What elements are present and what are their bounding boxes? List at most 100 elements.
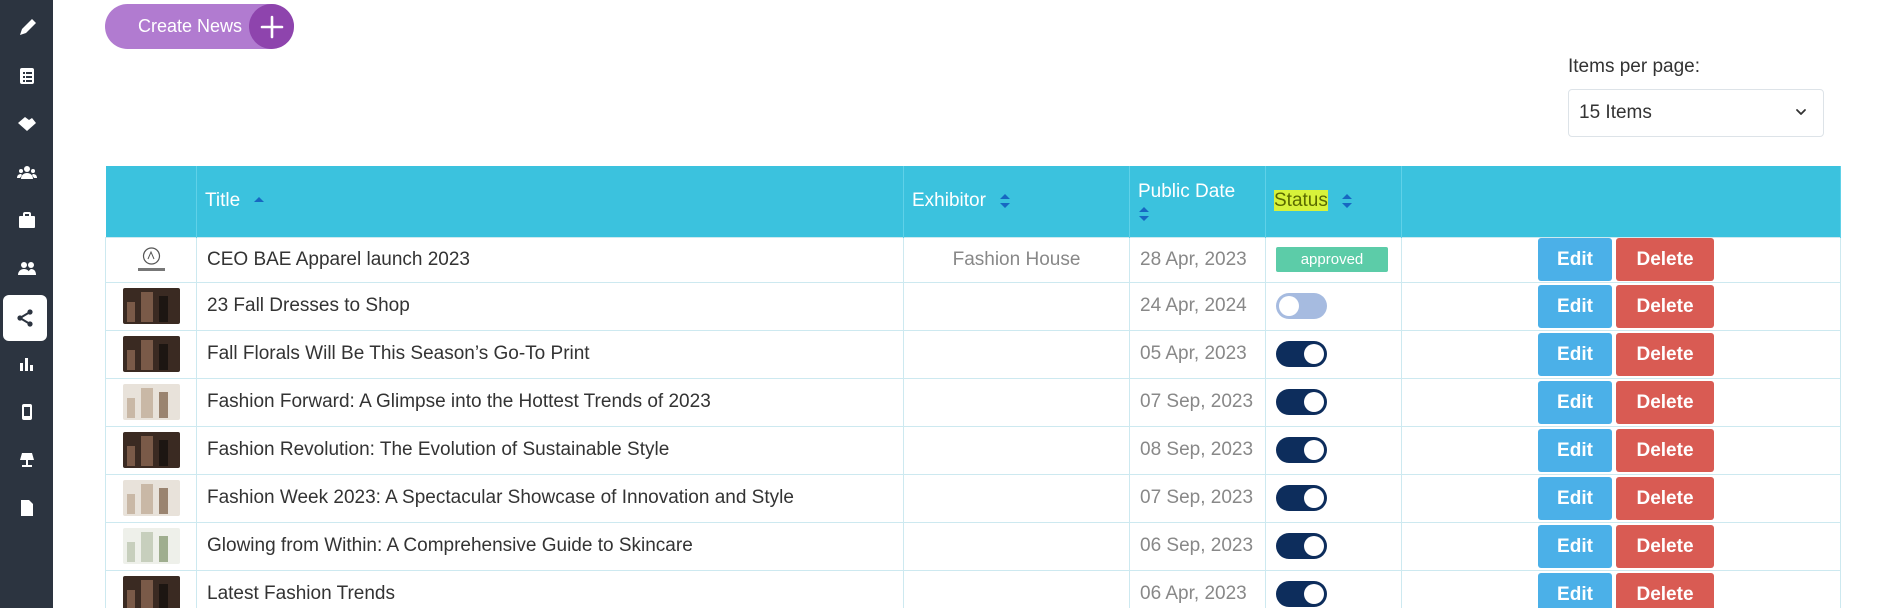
public-date-column-header[interactable]: Public Date xyxy=(1129,166,1266,237)
public-date-cell: 28 Apr, 2023 xyxy=(1129,236,1266,283)
edit-button[interactable]: Edit xyxy=(1538,476,1612,520)
briefcase-icon xyxy=(18,212,35,228)
delete-button[interactable]: Delete xyxy=(1616,524,1714,568)
handshake-icon xyxy=(17,117,36,131)
title-cell: Glowing from Within: A Comprehensive Gui… xyxy=(196,521,904,571)
edit-button[interactable]: Edit xyxy=(1538,380,1612,424)
actions-cell: Edit Delete xyxy=(1401,425,1841,475)
title-header-label: Title xyxy=(205,190,241,212)
table-header-row: Title Exhibitor Public Date Status xyxy=(105,166,1841,237)
toggle-knob xyxy=(1279,296,1299,316)
status-header-label: Status xyxy=(1274,190,1328,212)
thumbnail-cell xyxy=(105,236,197,283)
thumbnail-logo xyxy=(122,241,180,278)
users-icon xyxy=(17,262,36,275)
status-toggle[interactable] xyxy=(1276,437,1327,463)
exhibitor-column-header[interactable]: Exhibitor xyxy=(903,166,1130,237)
edit-button[interactable]: Edit xyxy=(1538,524,1612,568)
group-icon xyxy=(16,166,37,179)
status-toggle[interactable] xyxy=(1276,485,1327,511)
sidebar-item-mobile[interactable] xyxy=(0,388,53,436)
table-row: Fashion Forward: A Glimpse into the Hott… xyxy=(105,377,1841,427)
status-cell xyxy=(1265,281,1402,331)
thumbnail-image xyxy=(122,576,180,608)
status-cell: approved xyxy=(1265,236,1402,283)
sort-icon[interactable] xyxy=(1341,192,1353,210)
edit-button[interactable]: Edit xyxy=(1538,284,1612,328)
toggle-knob xyxy=(1304,440,1324,460)
plus-icon xyxy=(249,4,294,49)
thumbnail-cell xyxy=(105,473,197,523)
edit-button[interactable]: Edit xyxy=(1538,428,1612,472)
actions-cell: Edit Delete xyxy=(1401,236,1841,283)
sort-icon[interactable] xyxy=(999,192,1011,210)
chevron-down-icon xyxy=(1796,109,1806,115)
sort-ascending-icon[interactable] xyxy=(253,192,265,210)
list-icon xyxy=(19,68,34,84)
actions-cell: Edit Delete xyxy=(1401,377,1841,427)
sidebar-item-lamp[interactable] xyxy=(0,436,53,484)
table-row: Fashion Revolution: The Evolution of Sus… xyxy=(105,425,1841,475)
exhibitor-cell: Fashion House xyxy=(903,236,1130,283)
sidebar xyxy=(0,0,53,608)
status-toggle[interactable] xyxy=(1276,389,1327,415)
table-row: Fall Florals Will Be This Season’s Go-To… xyxy=(105,329,1841,379)
public-date-header-label: Public Date xyxy=(1138,181,1236,203)
title-cell: 23 Fall Dresses to Shop xyxy=(196,281,904,331)
actions-cell: Edit Delete xyxy=(1401,473,1841,523)
delete-button[interactable]: Delete xyxy=(1616,476,1714,520)
thumbnail-image xyxy=(122,288,180,324)
sidebar-item-share[interactable] xyxy=(3,295,47,341)
delete-button[interactable]: Delete xyxy=(1616,380,1714,424)
status-cell xyxy=(1265,425,1402,475)
sidebar-item-handshake[interactable] xyxy=(0,100,53,148)
public-date-cell: 07 Sep, 2023 xyxy=(1129,377,1266,427)
delete-button[interactable]: Delete xyxy=(1616,428,1714,472)
thumbnail-image xyxy=(122,432,180,468)
create-news-button[interactable]: Create News xyxy=(105,4,294,49)
thumbnail-cell xyxy=(105,377,197,427)
lamp-icon xyxy=(19,453,34,467)
edit-button[interactable]: Edit xyxy=(1538,332,1612,376)
status-cell xyxy=(1265,377,1402,427)
create-news-label: Create News xyxy=(138,16,243,36)
status-toggle[interactable] xyxy=(1276,293,1327,319)
delete-button[interactable]: Delete xyxy=(1616,332,1714,376)
table-row: 23 Fall Dresses to Shop 24 Apr, 2024 Edit D… xyxy=(105,281,1841,331)
status-cell xyxy=(1265,473,1402,523)
items-per-page-label: Items per page: xyxy=(1568,56,1701,77)
sidebar-item-list[interactable] xyxy=(0,52,53,100)
title-cell: Fashion Week 2023: A Spectacular Showcas… xyxy=(196,473,904,523)
table-row: CEO BAE Apparel launch 2023 Fashion House… xyxy=(105,236,1841,283)
delete-button[interactable]: Delete xyxy=(1616,572,1714,608)
exhibitor-cell xyxy=(903,521,1130,571)
sidebar-item-document[interactable] xyxy=(0,484,53,532)
title-column-header[interactable]: Title xyxy=(196,166,904,237)
public-date-cell: 07 Sep, 2023 xyxy=(1129,473,1266,523)
exhibitor-header-label: Exhibitor xyxy=(912,190,986,212)
sidebar-item-users[interactable] xyxy=(0,244,53,292)
thumbnail-cell xyxy=(105,569,197,608)
edit-button[interactable]: Edit xyxy=(1538,572,1612,608)
thumbnail-image xyxy=(122,384,180,420)
exhibitor-cell xyxy=(903,377,1130,427)
delete-button[interactable]: Delete xyxy=(1616,238,1714,281)
sort-icon[interactable] xyxy=(1138,205,1150,223)
status-toggle[interactable] xyxy=(1276,581,1327,607)
status-toggle[interactable] xyxy=(1276,533,1327,559)
status-toggle[interactable] xyxy=(1276,341,1327,367)
items-per-page-select[interactable]: 15 Items xyxy=(1568,89,1824,137)
sidebar-item-briefcase[interactable] xyxy=(0,196,53,244)
sidebar-item-pencil[interactable] xyxy=(0,4,53,52)
toggle-knob xyxy=(1304,584,1324,604)
sidebar-item-bar-chart[interactable] xyxy=(0,340,53,388)
thumbnail-image xyxy=(122,528,180,564)
table-row: Glowing from Within: A Comprehensive Gui… xyxy=(105,521,1841,571)
delete-button[interactable]: Delete xyxy=(1616,284,1714,328)
edit-button[interactable]: Edit xyxy=(1538,238,1612,281)
exhibitor-cell xyxy=(903,569,1130,608)
status-column-header[interactable]: Status xyxy=(1265,166,1402,237)
bar-chart-icon xyxy=(19,358,33,371)
sidebar-item-group[interactable] xyxy=(0,148,53,196)
table-row: Fashion Week 2023: A Spectacular Showcas… xyxy=(105,473,1841,523)
